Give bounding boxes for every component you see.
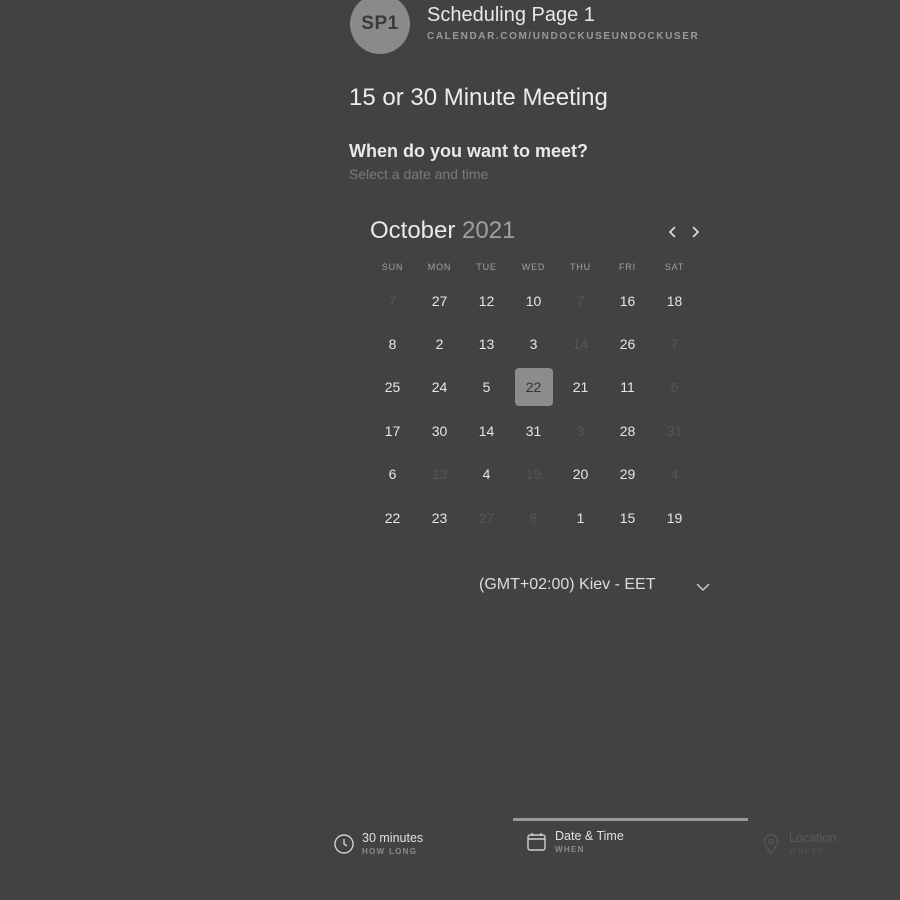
location-pin-icon — [763, 834, 779, 855]
calendar-day[interactable]: 22 — [369, 499, 416, 537]
calendar-day: 8 — [529, 509, 538, 526]
calendar-day[interactable]: 27 — [416, 282, 463, 320]
calendar-day[interactable]: 26 — [604, 325, 651, 363]
calendar-day-selected[interactable]: 22 — [514, 368, 553, 407]
calendar-day: 14 — [572, 336, 589, 353]
calendar-day[interactable]: 13 — [463, 325, 510, 363]
step-location-title: Location — [789, 831, 837, 845]
calendar-day[interactable]: 14 — [463, 412, 510, 450]
calendar-week-row: 6 13 4 19 20 29 4 — [369, 453, 699, 496]
chevron-right-icon — [692, 226, 700, 238]
calendar-grid: SUN MON TUE WED THU FRI SAT 7 27 12 10 7 16 18 8 2 13 3 1… — [369, 262, 699, 539]
calendar-day[interactable]: 11 — [604, 368, 651, 406]
step-location-sub: WHERE — [789, 847, 826, 856]
calendar-day: 7 — [576, 292, 585, 309]
chevron-left-icon — [668, 226, 676, 238]
calendar-day[interactable]: 31 — [510, 412, 557, 450]
scheduling-page-name: Scheduling Page 1 — [427, 4, 595, 26]
next-month-button[interactable] — [685, 219, 705, 245]
weekday-label: WED — [521, 262, 546, 272]
calendar-day: 3 — [576, 422, 585, 439]
calendar-week-row: 8 2 13 3 14 26 7 — [369, 322, 699, 365]
calendar-day[interactable]: 23 — [416, 499, 463, 537]
calendar-week-row: 17 30 14 31 3 28 31 — [369, 409, 699, 452]
calendar-day: 4 — [670, 466, 679, 483]
calendar-day[interactable]: 8 — [369, 325, 416, 363]
step-date-time[interactable]: Date & Time WHEN — [526, 828, 624, 856]
calendar-day[interactable]: 16 — [604, 282, 651, 320]
calendar-day: 31 — [666, 422, 683, 439]
calendar-day[interactable]: 12 — [463, 282, 510, 320]
calendar-day[interactable]: 4 — [463, 455, 510, 493]
weekday-label: SAT — [664, 262, 685, 272]
avatar: SP1 — [350, 0, 410, 54]
meeting-title: 15 or 30 Minute Meeting — [349, 84, 608, 111]
calendar-day[interactable]: 28 — [604, 412, 651, 450]
calendar-day[interactable]: 21 — [557, 368, 604, 406]
weekday-label: THU — [570, 262, 591, 272]
calendar-day[interactable]: 30 — [416, 412, 463, 450]
step-progress-indicator — [513, 818, 748, 821]
weekday-label: SUN — [381, 262, 404, 272]
timezone-select[interactable]: (GMT+02:00) Kiev - EET — [479, 576, 656, 594]
calendar-day[interactable]: 3 — [510, 325, 557, 363]
calendar-month-label: October 2021 — [370, 217, 515, 245]
calendar-week-row: 25 24 5 22 21 11 6 — [369, 366, 699, 409]
weekday-label: TUE — [476, 262, 497, 272]
calendar-day[interactable]: 20 — [557, 455, 604, 493]
clock-icon — [334, 834, 354, 854]
calendar-day[interactable]: 1 — [557, 499, 604, 537]
step-duration-title: 30 minutes — [362, 831, 424, 845]
calendar-day[interactable]: 2 — [416, 325, 463, 363]
calendar-day: 7 — [670, 336, 679, 353]
calendar-week-row: 7 27 12 10 7 16 18 — [369, 279, 699, 322]
calendar-day[interactable]: 6 — [369, 455, 416, 493]
step-duration[interactable]: 30 minutes HOW LONG — [333, 830, 423, 858]
weekday-header-row: SUN MON TUE WED THU FRI SAT — [369, 262, 699, 279]
calendar-icon — [527, 833, 546, 851]
calendar-weeks: 7 27 12 10 7 16 18 8 2 13 3 14 26 7 25 24 5 22 21 11 6 17 30 14… — [369, 279, 699, 539]
when-subheading: Select a date and time — [349, 166, 489, 182]
calendar-day[interactable]: 17 — [369, 412, 416, 450]
calendar-day[interactable]: 18 — [651, 282, 698, 320]
step-date-time-title: Date & Time — [555, 829, 624, 843]
calendar-day: 27 — [478, 509, 495, 526]
weekday-label: FRI — [619, 262, 636, 272]
calendar-day: 6 — [670, 379, 679, 396]
calendar-day[interactable]: 25 — [369, 368, 416, 406]
calendar-day[interactable]: 19 — [651, 499, 698, 537]
calendar-day[interactable]: 10 — [510, 282, 557, 320]
step-date-time-sub: WHEN — [555, 845, 585, 854]
calendar-week-row: 22 23 27 8 1 15 19 — [369, 496, 699, 539]
calendar-day: 13 — [431, 466, 448, 483]
avatar-initials: SP1 — [361, 13, 399, 34]
weekday-label: MON — [427, 262, 452, 272]
chevron-down-icon[interactable] — [695, 580, 711, 594]
scheduling-page-url: CALENDAR.COM/UNDOCKUSEUNDOCKUSER — [427, 31, 700, 42]
calendar-day[interactable]: 29 — [604, 455, 651, 493]
step-duration-sub: HOW LONG — [362, 847, 418, 856]
calendar-day: 19 — [525, 466, 542, 483]
calendar-month: October — [370, 217, 456, 244]
previous-month-button[interactable] — [663, 219, 683, 245]
step-location[interactable]: Location WHERE — [760, 830, 836, 858]
calendar-year: 2021 — [462, 217, 516, 244]
calendar-day: 7 — [388, 292, 397, 309]
calendar-day[interactable]: 24 — [416, 368, 463, 406]
calendar-day[interactable]: 5 — [463, 368, 510, 406]
calendar-day[interactable]: 15 — [604, 499, 651, 537]
when-heading: When do you want to meet? — [349, 141, 588, 161]
